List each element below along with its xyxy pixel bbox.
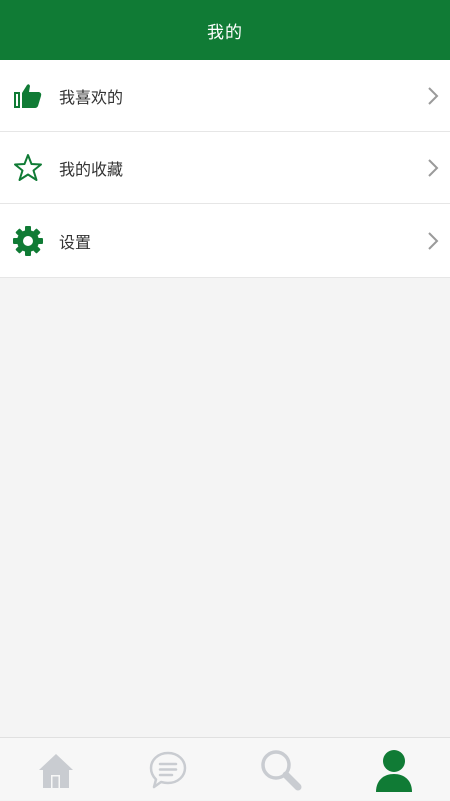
menu-item-settings[interactable]: 设置 bbox=[0, 204, 450, 278]
star-icon bbox=[12, 152, 44, 184]
chat-bubble-icon bbox=[149, 751, 187, 788]
page-title: 我的 bbox=[207, 22, 243, 43]
menu-item-label: 设置 bbox=[59, 232, 92, 252]
menu-list: 我喜欢的 我的收藏 设置 bbox=[0, 60, 450, 278]
menu-item-label: 我的收藏 bbox=[59, 159, 124, 179]
tab-home[interactable] bbox=[0, 738, 112, 801]
thumbs-up-icon bbox=[12, 80, 44, 112]
tab-profile[interactable] bbox=[338, 738, 450, 801]
search-icon bbox=[261, 749, 302, 790]
gear-icon bbox=[12, 225, 44, 257]
user-icon bbox=[376, 749, 412, 792]
bottom-tab-bar bbox=[0, 737, 450, 800]
home-icon bbox=[39, 753, 73, 788]
tab-search[interactable] bbox=[225, 738, 337, 801]
chevron-right-icon bbox=[428, 231, 439, 250]
chevron-right-icon bbox=[428, 158, 439, 177]
menu-item-liked[interactable]: 我喜欢的 bbox=[0, 60, 450, 132]
chevron-right-icon bbox=[428, 86, 439, 105]
menu-item-label: 我喜欢的 bbox=[59, 87, 124, 107]
top-bar: 我的 bbox=[0, 0, 450, 60]
menu-item-favorites[interactable]: 我的收藏 bbox=[0, 132, 450, 204]
tab-messages[interactable] bbox=[112, 738, 224, 801]
